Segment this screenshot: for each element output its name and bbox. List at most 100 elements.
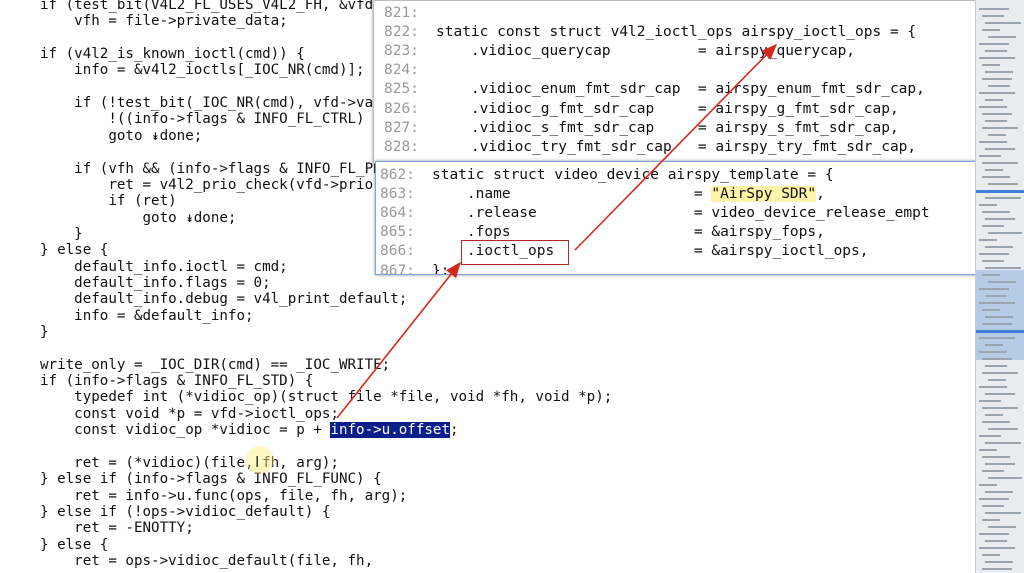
minimap-line <box>988 183 1018 185</box>
minimap-line <box>982 64 1000 66</box>
minimap-line <box>985 512 1021 514</box>
popup-code-text: .vidioc_try_fmt_sdr_cap = airspy_try_fmt… <box>436 138 917 155</box>
minimap-line <box>979 239 997 241</box>
minimap-viewport[interactable] <box>976 270 1024 360</box>
minimap-line <box>985 365 1007 367</box>
minimap-line <box>982 568 1012 570</box>
minimap-line <box>985 120 1007 122</box>
code-line[interactable]: default_info.flags = 0; <box>40 275 270 292</box>
popup-code-text: static const struct v4l2_ioctl_ops airsp… <box>436 24 917 41</box>
code-line[interactable]: write_only = _IOC_DIR(cmd) == _IOC_WRITE… <box>40 357 390 374</box>
minimap-line <box>988 36 1016 38</box>
minimap-line <box>982 358 1012 360</box>
selected-text[interactable]: info->u.offset <box>329 421 452 440</box>
line-number: 862: <box>380 167 415 183</box>
popup-code-text: .vidioc_querycap = airspy_querycap, <box>436 43 856 60</box>
minimap-line <box>979 253 1009 255</box>
code-line[interactable]: info = &v4l2_ioctls[_IOC_NR(cmd)]; <box>40 62 364 79</box>
minimap-line <box>982 162 1018 164</box>
popup-code-line: 865: .fops = &airspy_fops, <box>376 223 825 242</box>
minimap-line <box>988 428 1018 430</box>
popup-code-line: 826: .vidioc_g_fmt_sdr_cap = airspy_g_fm… <box>374 100 899 119</box>
definition-popup-ioctl-ops: 821: 822: static const struct v4l2_ioctl_o… <box>373 0 997 164</box>
text-cursor-icon: I <box>255 453 260 471</box>
minimap-line <box>982 274 1000 276</box>
popup-code-line: 824: <box>374 61 436 80</box>
minimap-line <box>979 449 997 451</box>
code-line[interactable]: const vidioc_op *vidioc = p + info->u.of… <box>40 421 459 440</box>
code-line[interactable]: } else { <box>40 242 108 259</box>
code-line[interactable]: } <box>40 324 49 341</box>
minimap-line <box>985 246 1013 248</box>
minimap-line <box>979 351 1007 353</box>
minimap-line <box>979 547 1015 549</box>
code-line[interactable]: ret = ops->vidioc_default(file, fh, <box>40 553 373 570</box>
minimap-line <box>982 372 1018 374</box>
minimap-line <box>979 498 1009 500</box>
code-line[interactable]: if (v4l2_is_known_ioctl(cmd)) { <box>40 46 305 63</box>
minimap-marker <box>976 330 1024 333</box>
string-literal: "AirSpy SDR" <box>711 186 817 203</box>
minimap-line <box>982 176 1010 178</box>
line-number: 867: <box>380 262 415 275</box>
minimap-line <box>982 15 1004 17</box>
minimap-line <box>979 302 1015 304</box>
minimap-line <box>979 288 1009 290</box>
popup-code-line: 821: <box>374 4 436 23</box>
popup-code-line: 828: .vidioc_try_fmt_sdr_cap = airspy_tr… <box>374 138 916 157</box>
minimap-line <box>979 106 1007 108</box>
code-line[interactable]: } else if (!ops->vidioc_default) { <box>40 504 330 521</box>
minimap-line <box>982 113 1012 115</box>
code-line[interactable]: info = &default_info; <box>40 308 253 325</box>
line-number: 865: <box>380 224 415 241</box>
code-line[interactable]: vfh = file->private_data; <box>40 13 288 30</box>
minimap-line <box>985 344 1003 346</box>
code-line[interactable]: goto ↡done; <box>40 128 202 145</box>
code-line[interactable]: const void *p = vfd->ioctl_ops; <box>40 406 339 423</box>
code-line[interactable]: ret = -ENOTTY; <box>40 520 194 537</box>
code-line[interactable]: } else { <box>40 537 108 554</box>
minimap-line <box>982 470 1004 472</box>
minimap-line <box>982 211 1010 213</box>
minimap-line <box>982 225 1004 227</box>
popup-code-text: static struct video_device airspy_templa… <box>432 167 834 183</box>
code-minimap[interactable] <box>975 0 1024 573</box>
line-number: 823: <box>384 43 419 60</box>
minimap-line <box>979 533 1009 535</box>
code-line[interactable]: } <box>40 226 83 243</box>
code-line[interactable]: if (ret) <box>40 193 176 210</box>
popup-code-line: 862: static struct video_device airspy_te… <box>376 166 834 185</box>
minimap-line <box>979 484 997 486</box>
line-number: 822: <box>384 24 419 41</box>
code-line[interactable]: ret = info->u.func(ops, file, fh, arg); <box>40 488 407 505</box>
minimap-line <box>979 141 1007 143</box>
ioctl-ops-highlight-box <box>461 240 569 265</box>
code-line[interactable]: if (info->flags & INFO_FL_STD) { <box>40 373 313 390</box>
popup-code-text: .fops = &airspy_fops, <box>432 224 825 241</box>
popup-code-line: 823: .vidioc_querycap = airspy_querycap, <box>374 42 855 61</box>
minimap-line <box>985 393 1015 395</box>
line-number: 827: <box>384 119 419 136</box>
popup-code-text: .name = "AirSpy SDR", <box>432 186 825 203</box>
minimap-line <box>985 316 1013 318</box>
minimap-line <box>982 78 1012 80</box>
minimap-line <box>985 295 1007 297</box>
code-line[interactable]: typedef int (*vidioc_op)(struct file *fi… <box>40 389 612 406</box>
code-line[interactable]: } else if (info->flags & INFO_FL_FUNC) { <box>40 471 382 488</box>
code-line[interactable]: default_info.ioctl = cmd; <box>40 259 288 276</box>
code-line[interactable]: ret = (*vidioc)(file, fh, arg); <box>40 455 339 472</box>
popup-code-line: 825: .vidioc_enum_fmt_sdr_cap = airspy_e… <box>374 80 925 99</box>
minimap-line <box>985 414 1003 416</box>
minimap-line <box>985 99 1003 101</box>
line-number: 864: <box>380 205 415 222</box>
minimap-line <box>988 379 1006 381</box>
minimap-line <box>988 281 1016 283</box>
minimap-line <box>979 386 1007 388</box>
popup-code-text: .vidioc_s_fmt_sdr_cap = airspy_s_fmt_sdr… <box>436 119 899 136</box>
minimap-line <box>985 442 1021 444</box>
minimap-line <box>985 71 1013 73</box>
minimap-line <box>985 169 1003 171</box>
minimap-line <box>979 57 1015 59</box>
code-line[interactable]: goto ↡done; <box>40 210 236 227</box>
code-line[interactable]: default_info.debug = v4l_print_default; <box>40 291 407 308</box>
